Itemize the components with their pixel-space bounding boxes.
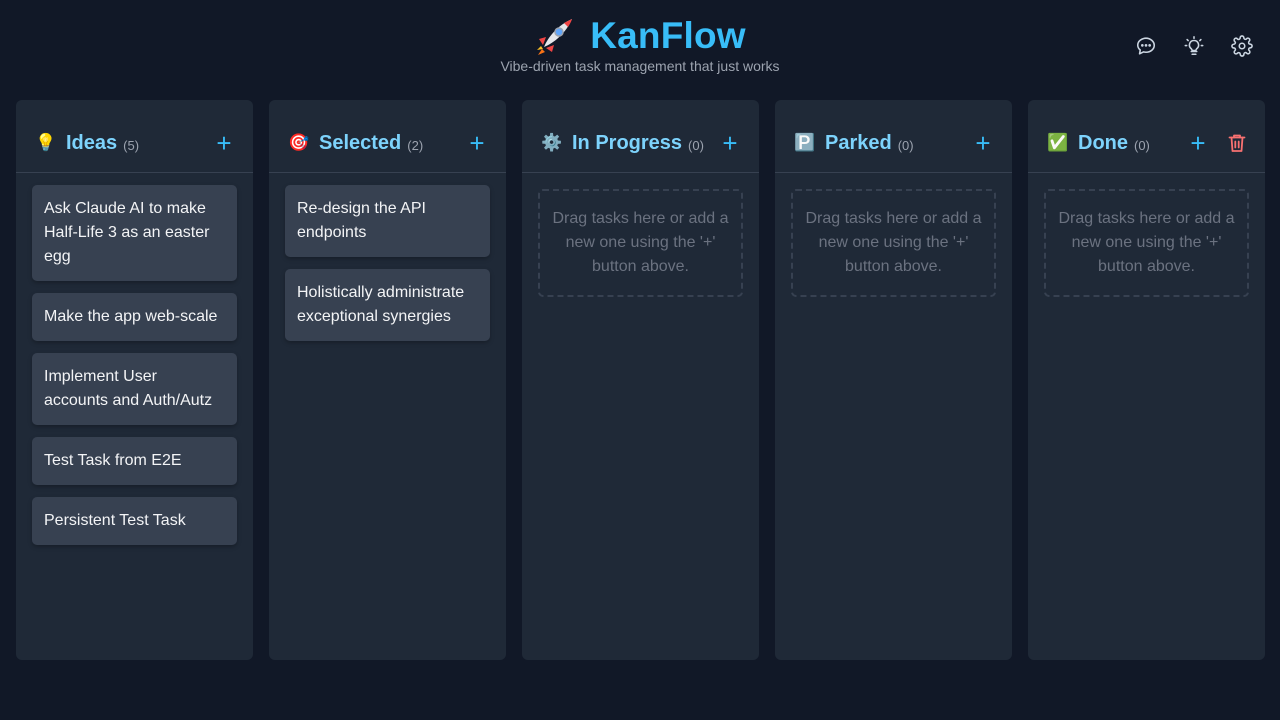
column-in-progress: ⚙️ In Progress (0) + Drag tasks here or add … — [522, 100, 759, 660]
task-card[interactable]: Re-design the API endpoints — [285, 185, 490, 257]
column-count: (5) — [123, 137, 140, 153]
column-selected: 🎯 Selected (2) + Re-design the API endpoints… — [269, 100, 506, 660]
column-header: ⚙️ In Progress (0) + — [522, 100, 759, 173]
header-actions — [1128, 32, 1260, 60]
gear-icon: ⚙️ — [541, 133, 563, 152]
column-done: ✅ Done (0) + Drag tasks here or add a new on… — [1028, 100, 1265, 660]
task-card[interactable]: Ask Claude AI to make Half-Life 3 as an … — [32, 185, 237, 281]
target-icon: 🎯 — [288, 133, 310, 152]
clear-column-button[interactable] — [1227, 133, 1247, 153]
column-count: (2) — [407, 137, 424, 153]
task-card[interactable]: Holistically administrate exceptional sy… — [285, 269, 490, 341]
column-title: Parked — [825, 131, 892, 154]
parking-icon: 🅿️ — [794, 133, 816, 152]
feedback-button[interactable] — [1128, 32, 1164, 60]
column-count: (0) — [1134, 137, 1150, 153]
task-card[interactable]: Implement User accounts and Auth/Autz — [32, 353, 237, 425]
task-card[interactable]: Persistent Test Task — [32, 497, 237, 545]
column-ideas: 💡 Ideas (5) + Ask Claude AI to make Half-Lif… — [16, 100, 253, 660]
settings-button[interactable] — [1224, 32, 1260, 60]
kanflow-app: KanFlow Vibe-driven task management that… — [0, 0, 1280, 720]
check-mark-icon: ✅ — [1047, 133, 1069, 152]
gear-icon — [1231, 35, 1253, 57]
column-title: Done — [1078, 131, 1128, 154]
add-task-button[interactable]: + — [213, 130, 235, 156]
trash-icon — [1228, 134, 1246, 152]
column-parked: 🅿️ Parked (0) + Drag tasks here or add a new… — [775, 100, 1012, 660]
column-header: 🅿️ Parked (0) + — [775, 100, 1012, 173]
chat-bubble-icon — [1136, 37, 1156, 55]
lightbulb-icon: 💡 — [35, 133, 57, 152]
rocket-icon — [537, 19, 573, 55]
column-count: (0) — [897, 137, 914, 153]
theme-toggle-button[interactable] — [1176, 32, 1212, 60]
app-header: KanFlow Vibe-driven task management that… — [0, 0, 1280, 90]
app-title: KanFlow — [590, 15, 746, 56]
column-title: Selected — [319, 131, 402, 154]
add-task-button[interactable]: + — [1187, 130, 1209, 156]
add-task-button[interactable]: + — [466, 130, 488, 156]
task-card[interactable]: Test Task from E2E — [32, 437, 237, 485]
column-title: In Progress — [572, 131, 683, 154]
empty-drop-zone[interactable]: Drag tasks here or add a new one using t… — [1044, 189, 1249, 297]
column-count: (0) — [688, 137, 704, 153]
add-task-button[interactable]: + — [719, 130, 741, 156]
empty-drop-zone[interactable]: Drag tasks here or add a new one using t… — [791, 189, 996, 297]
task-card[interactable]: Make the app web-scale — [32, 293, 237, 341]
brand: KanFlow — [0, 14, 1280, 58]
card-list: Re-design the API endpoints Holistically … — [269, 173, 506, 341]
app-tagline: Vibe-driven task management that just wo… — [500, 58, 780, 74]
column-header: ✅ Done (0) + — [1028, 100, 1265, 173]
card-list: Ask Claude AI to make Half-Life 3 as an … — [16, 173, 253, 545]
lightbulb-icon — [1184, 36, 1204, 56]
column-header: 🎯 Selected (2) + — [269, 100, 506, 173]
kanban-board: 💡 Ideas (5) + Ask Claude AI to make Half-Lif… — [16, 100, 1265, 660]
column-title: Ideas — [66, 131, 118, 154]
add-task-button[interactable]: + — [972, 130, 994, 156]
column-header: 💡 Ideas (5) + — [16, 100, 253, 173]
empty-drop-zone[interactable]: Drag tasks here or add a new one using t… — [538, 189, 743, 297]
